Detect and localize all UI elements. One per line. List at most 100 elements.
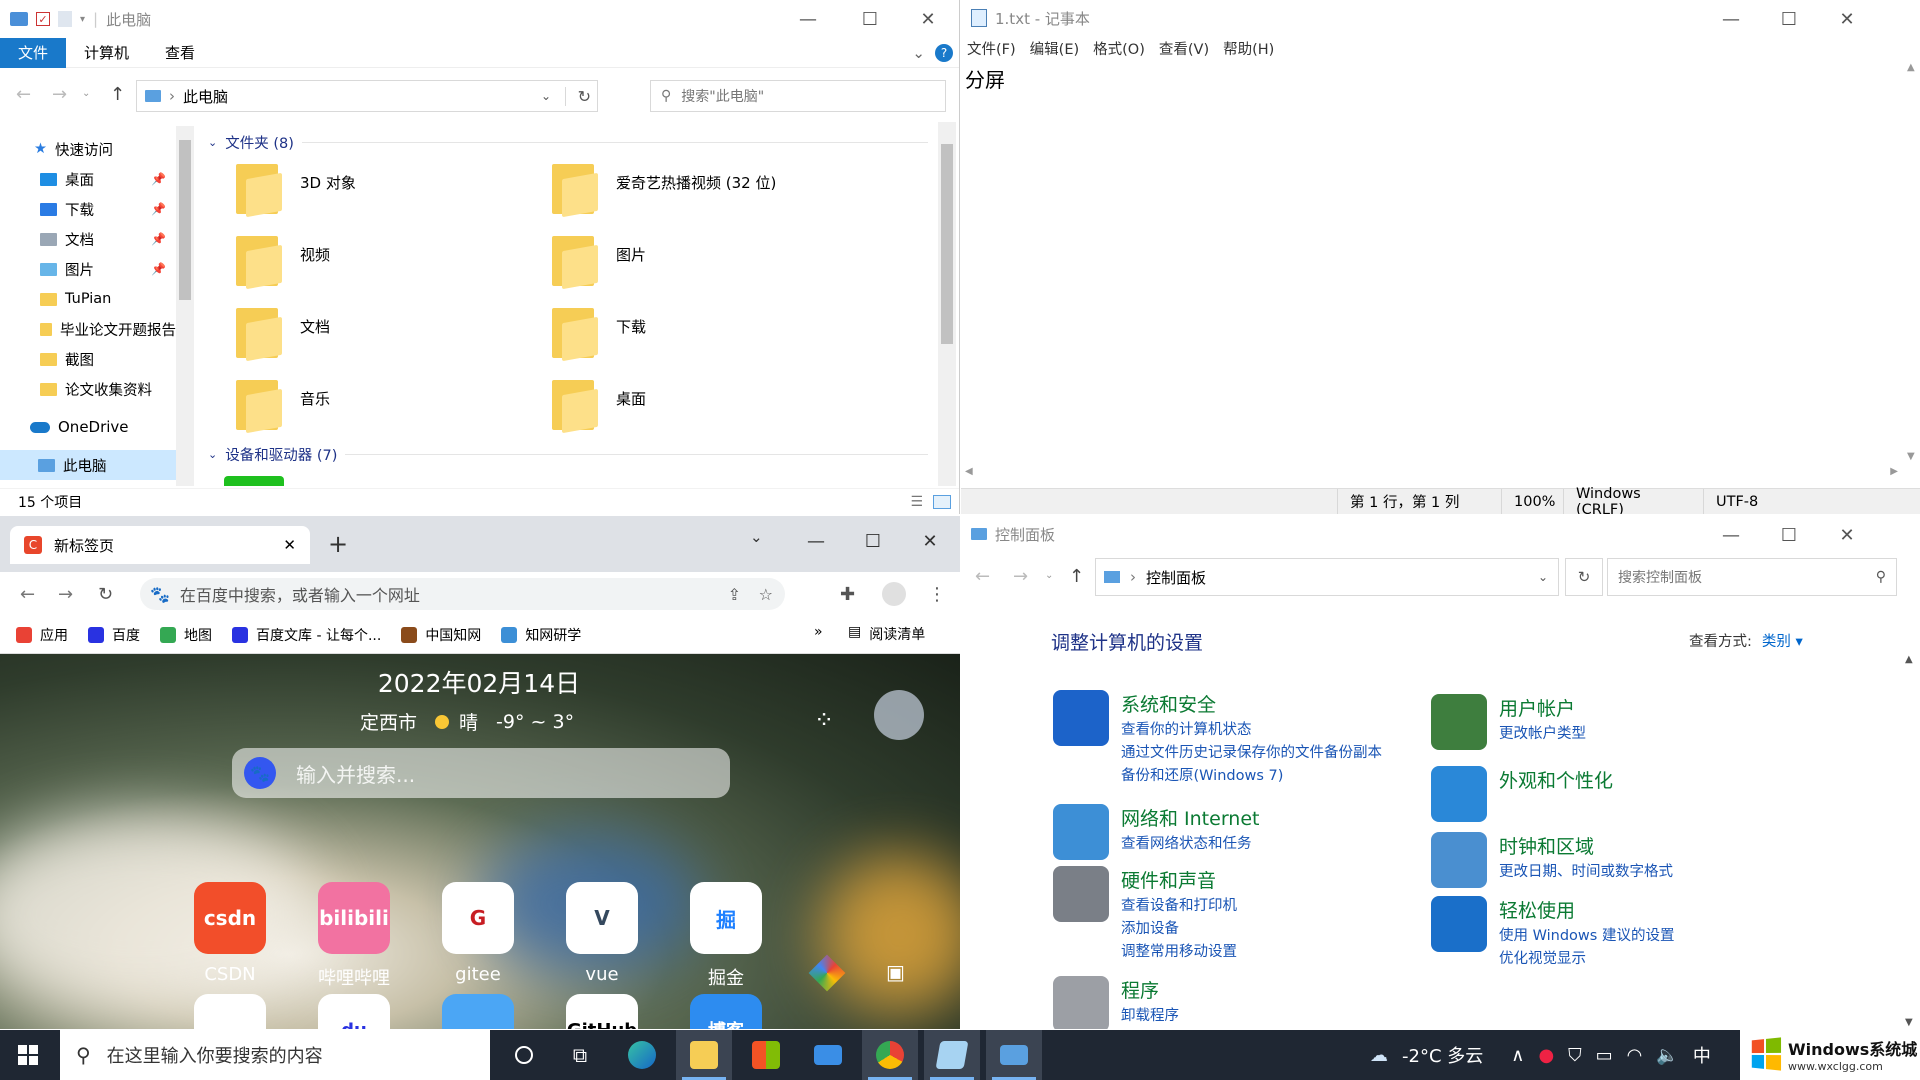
- notepad-window[interactable]: 1.txt - 记事本 — ☐ ✕ 文件(F) 编辑(E) 格式(O) 查看(V) 帮助…: [961, 0, 1920, 514]
- category-link[interactable]: 备份和还原(Windows 7): [1121, 765, 1382, 788]
- category-title[interactable]: 轻松使用: [1499, 896, 1674, 923]
- address-bar[interactable]: › 此电脑 ⌄ ↻: [136, 80, 598, 112]
- category-link[interactable]: 查看设备和打印机: [1121, 895, 1237, 918]
- menu-item[interactable]: 查看(V): [1159, 38, 1209, 59]
- close-button[interactable]: ✕: [900, 0, 956, 38]
- shortcut-tile[interactable]: du: [318, 994, 390, 1029]
- category-item[interactable]: 网络和 Internet 查看网络状态和任务: [1053, 804, 1259, 860]
- maximize-button[interactable]: ☐: [1761, 0, 1817, 38]
- back-arrow-icon[interactable]: ←: [975, 566, 990, 587]
- user-avatar[interactable]: [874, 690, 924, 740]
- taskbar-weather[interactable]: -2°C 多云: [1402, 1042, 1483, 1068]
- maximize-button[interactable]: ☐: [845, 516, 901, 566]
- new-tab-icon[interactable]: +: [328, 530, 348, 558]
- category-title[interactable]: 外观和个性化: [1499, 766, 1613, 793]
- share-icon[interactable]: ⇪: [728, 585, 741, 604]
- folders-group-header[interactable]: ⌄ 文件夹 (8): [208, 132, 928, 153]
- category-title[interactable]: 时钟和区域: [1499, 832, 1673, 859]
- shortcut-tile[interactable]: [442, 994, 514, 1029]
- folder-item[interactable]: 音乐: [232, 376, 330, 434]
- category-title[interactable]: 用户帐户: [1499, 694, 1586, 721]
- bookmark-item[interactable]: 地图: [160, 625, 212, 645]
- up-arrow-icon[interactable]: ↑: [1069, 566, 1084, 587]
- content-scrollbar[interactable]: [938, 122, 956, 486]
- category-link[interactable]: 更改日期、时间或数字格式: [1499, 861, 1673, 884]
- shortcut-tile[interactable]: GitHub: [566, 994, 638, 1029]
- nav-item[interactable]: 下载 📌: [0, 194, 176, 224]
- category-link[interactable]: 使用 Windows 建议的设置: [1499, 925, 1674, 948]
- bookmark-item[interactable]: 百度: [88, 625, 140, 645]
- taskbar-search-input[interactable]: ⚲ 在这里输入你要搜索的内容: [60, 1030, 490, 1080]
- reload-icon[interactable]: ↻: [98, 584, 113, 605]
- category-link[interactable]: 添加设备: [1121, 918, 1237, 941]
- nav-item[interactable]: 文档 📌: [0, 224, 176, 254]
- close-button[interactable]: ✕: [1819, 516, 1875, 554]
- folder-item[interactable]: 3D 对象: [232, 160, 356, 218]
- category-item[interactable]: 系统和安全 查看你的计算机状态 通过文件历史记录保存你的文件备份副本 备份和还原(Wi…: [1053, 690, 1382, 788]
- search-input[interactable]: ⚲ 搜索"此电脑": [650, 80, 946, 112]
- bookmark-star-icon[interactable]: ☆: [759, 585, 773, 604]
- nav-item[interactable]: 截图: [0, 344, 176, 374]
- ime-indicator[interactable]: 中: [1693, 1042, 1711, 1068]
- checkbox-icon[interactable]: ✓: [36, 12, 50, 26]
- recent-dropdown-icon[interactable]: ⌄: [1045, 570, 1053, 581]
- ribbon-expand-icon[interactable]: ⌄: [912, 44, 925, 62]
- file-explorer-app[interactable]: [676, 1030, 732, 1080]
- start-button[interactable]: [0, 1030, 56, 1080]
- notepad-hscroll[interactable]: ◀ ▶: [961, 466, 1902, 482]
- folder-item[interactable]: 图片: [548, 232, 646, 290]
- security-icon[interactable]: ⛉: [1568, 1045, 1582, 1066]
- category-item[interactable]: 用户帐户 更改帐户类型: [1431, 694, 1586, 750]
- profile-avatar[interactable]: [882, 582, 906, 606]
- up-arrow-icon[interactable]: ↑: [110, 84, 125, 105]
- devices-group-header[interactable]: ⌄ 设备和驱动器 (7): [208, 444, 928, 465]
- control-panel-window[interactable]: 控制面板 — ☐ ✕ ← → ⌄ ↑ › 控制面板 ⌄ ↻ 搜索控制面板 ⚲ 调…: [961, 516, 1920, 1029]
- close-button[interactable]: ✕: [902, 516, 958, 566]
- ntp-search-input[interactable]: 🐾 输入并搜索...: [232, 748, 730, 798]
- back-arrow-icon[interactable]: ←: [16, 84, 31, 105]
- bookmark-item[interactable]: 百度文库 - 让每个...: [232, 625, 381, 645]
- maximize-button[interactable]: ☐: [1761, 516, 1817, 554]
- task-view-button[interactable]: ⧉: [552, 1030, 608, 1080]
- category-title[interactable]: 硬件和声音: [1121, 866, 1237, 893]
- notepad-app[interactable]: [924, 1030, 980, 1080]
- category-link[interactable]: 通过文件历史记录保存你的文件备份副本: [1121, 742, 1382, 765]
- nav-item[interactable]: 论文收集资料: [0, 374, 176, 404]
- category-item[interactable]: 轻松使用 使用 Windows 建议的设置 优化视觉显示: [1431, 896, 1674, 971]
- refresh-icon[interactable]: ↻: [564, 86, 591, 106]
- category-title[interactable]: 程序: [1121, 976, 1179, 1003]
- nav-item[interactable]: 毕业论文开题报告: [0, 314, 176, 344]
- tab-new-tab[interactable]: C 新标签页 ✕: [10, 526, 310, 564]
- address-dropdown-icon[interactable]: ⌄: [541, 89, 551, 103]
- folder-small-icon[interactable]: [58, 11, 72, 27]
- menu-item[interactable]: 文件(F): [967, 38, 1016, 59]
- shortcut-tile[interactable]: 掘掘金: [690, 882, 762, 990]
- help-icon[interactable]: ?: [935, 43, 953, 62]
- bookmark-item[interactable]: 中国知网: [401, 625, 481, 645]
- store-app[interactable]: [738, 1030, 794, 1080]
- minimize-button[interactable]: —: [1703, 0, 1759, 38]
- maximize-button[interactable]: ☐: [842, 0, 898, 38]
- omnibox[interactable]: 🐾 在百度中搜索，或者输入一个网址 ⇪ ☆: [140, 578, 785, 610]
- close-tab-icon[interactable]: ✕: [283, 536, 296, 554]
- category-link[interactable]: 调整常用移动设置: [1121, 941, 1237, 964]
- category-link[interactable]: 查看网络状态和任务: [1121, 833, 1259, 856]
- bookmark-item[interactable]: 知网研学: [501, 625, 581, 645]
- menu-item[interactable]: 帮助(H): [1223, 38, 1274, 59]
- category-link[interactable]: 卸载程序: [1121, 1005, 1179, 1028]
- chrome-window[interactable]: C 新标签页 ✕ + ⌄ — ☐ ✕ ← → ↻ 🐾 在百度中搜索，或者输入一个…: [0, 516, 960, 1029]
- category-item[interactable]: 外观和个性化: [1431, 766, 1613, 822]
- large-icons-view-icon[interactable]: [933, 494, 951, 509]
- cortana-button[interactable]: [496, 1030, 552, 1080]
- reading-list-button[interactable]: ▤ 阅读清单: [848, 624, 925, 644]
- refresh-icon[interactable]: ↻: [1565, 558, 1603, 596]
- nav-item[interactable]: TuPian: [0, 284, 176, 314]
- more-bookmarks-icon[interactable]: »: [814, 624, 823, 640]
- extensions-icon[interactable]: ✚: [840, 584, 855, 605]
- shortcut-tile[interactable]: [194, 994, 266, 1029]
- quick-access-item[interactable]: ★ 快速访问: [0, 134, 176, 164]
- this-pc-nav-item[interactable]: 此电脑: [0, 450, 176, 480]
- folder-item[interactable]: 爱奇艺热播视频 (32 位): [548, 160, 776, 218]
- nav-item[interactable]: 图片 📌: [0, 254, 176, 284]
- control-panel-search[interactable]: 搜索控制面板 ⚲: [1607, 558, 1897, 596]
